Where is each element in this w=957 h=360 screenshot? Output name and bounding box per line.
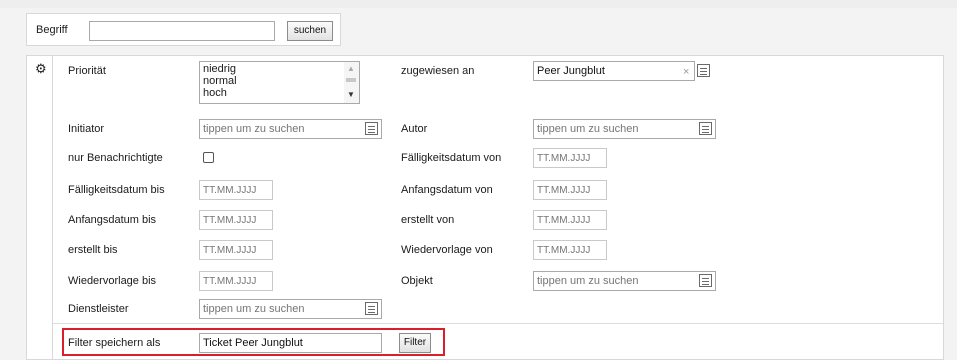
due-from-label: Fälligkeitsdatum von	[401, 152, 502, 164]
assigned-value: Peer Jungblut	[537, 65, 605, 77]
save-filter-label: Filter speichern als	[68, 337, 161, 349]
scroll-thumb[interactable]	[346, 78, 356, 82]
resubmit-from-input[interactable]	[533, 240, 607, 260]
search-input[interactable]	[89, 21, 275, 41]
priority-option-low[interactable]: niedrig	[203, 63, 236, 75]
priority-scrollbar[interactable]: ▲ ▼	[344, 62, 359, 103]
start-from-input[interactable]	[533, 180, 607, 200]
due-to-input[interactable]	[199, 180, 273, 200]
created-from-label: erstellt von	[401, 214, 455, 226]
assigned-label: zugewiesen an	[401, 65, 475, 77]
initiator-label: Initiator	[68, 123, 105, 135]
save-filter-input[interactable]	[199, 333, 382, 353]
filter-button[interactable]: Filter	[399, 333, 431, 353]
priority-listbox[interactable]: niedrig normal hoch ▲ ▼	[199, 61, 360, 104]
lookup-icon[interactable]	[697, 64, 710, 77]
created-from-input[interactable]	[533, 210, 607, 230]
initiator-input[interactable]	[199, 119, 382, 139]
start-to-label: Anfangsdatum bis	[68, 214, 157, 226]
resubmit-to-label: Wiedervorlage bis	[68, 275, 157, 287]
created-to-input[interactable]	[199, 240, 273, 260]
filter-settings-column	[26, 55, 53, 360]
divider	[53, 323, 943, 324]
due-from-input[interactable]	[533, 148, 607, 168]
provider-label: Dienstleister	[68, 303, 129, 315]
start-from-label: Anfangsdatum von	[401, 184, 493, 196]
priority-label: Priorität	[68, 65, 106, 77]
assigned-field[interactable]: Peer Jungblut	[533, 61, 695, 81]
resubmit-to-input[interactable]	[199, 271, 273, 291]
lookup-icon[interactable]	[699, 122, 712, 135]
created-to-label: erstellt bis	[68, 244, 118, 256]
lookup-icon[interactable]	[365, 302, 378, 315]
provider-input[interactable]	[199, 299, 382, 319]
lookup-icon[interactable]	[365, 122, 378, 135]
scroll-down-icon[interactable]: ▼	[347, 91, 355, 99]
notified-only-checkbox[interactable]	[203, 152, 214, 163]
lookup-icon[interactable]	[699, 274, 712, 287]
resubmit-from-label: Wiedervorlage von	[401, 244, 493, 256]
notified-only-label: nur Benachrichtigte	[68, 152, 163, 164]
object-input[interactable]	[533, 271, 716, 291]
start-to-input[interactable]	[199, 210, 273, 230]
filter-panel	[26, 55, 944, 360]
scroll-up-icon[interactable]: ▲	[347, 65, 355, 73]
clear-icon[interactable]: ×	[683, 66, 689, 78]
top-bar	[0, 0, 957, 8]
due-to-label: Fälligkeitsdatum bis	[68, 184, 165, 196]
author-label: Autor	[401, 123, 428, 135]
gear-icon[interactable]: ⚙	[35, 62, 47, 76]
object-label: Objekt	[401, 275, 433, 287]
search-label: Begriff	[36, 24, 68, 36]
priority-option-normal[interactable]: normal	[203, 75, 237, 87]
priority-option-high[interactable]: hoch	[203, 87, 227, 99]
search-button[interactable]: suchen	[287, 21, 333, 41]
author-input[interactable]	[533, 119, 716, 139]
